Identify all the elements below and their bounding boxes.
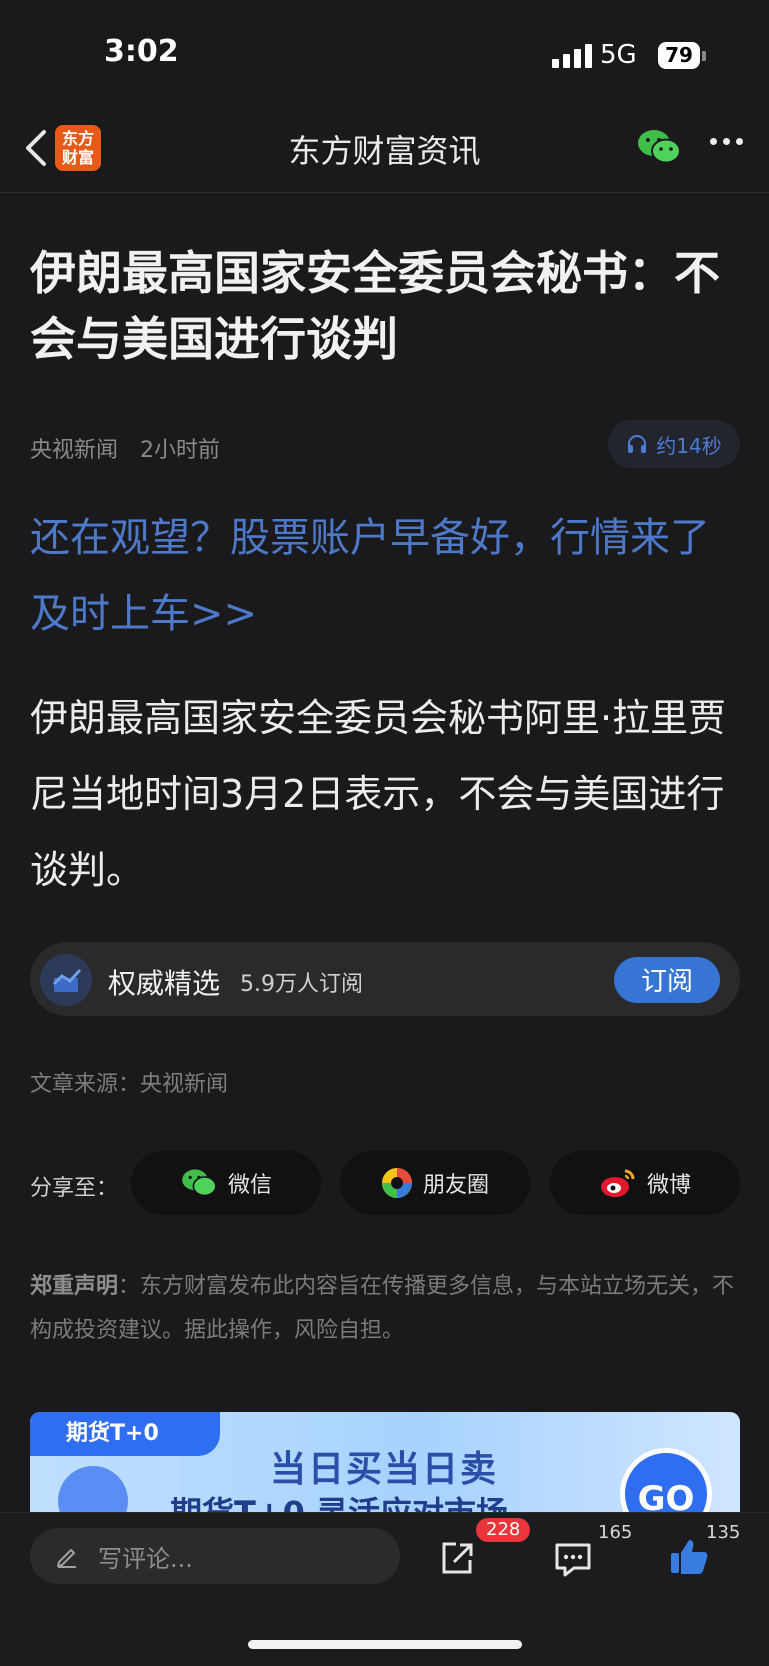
- status-time: 3:02: [104, 34, 179, 69]
- share-button[interactable]: [436, 1538, 478, 1584]
- share-weibo-label: 微博: [646, 1173, 691, 1198]
- disclaimer-text: ：东方财富发布此内容旨在传播更多信息，与本站立场无关，不构成投资建议。据此操作，…: [30, 1274, 735, 1343]
- article-title: 伊朗最高国家安全委员会秘书：不会与美国进行谈判: [30, 246, 720, 366]
- like-count: 135: [706, 1522, 741, 1543]
- audio-duration: 约14秒: [656, 433, 722, 458]
- article-time: 2小时前: [140, 438, 221, 463]
- share-moments-label: 朋友圈: [422, 1173, 489, 1198]
- share-out-icon: [442, 1542, 473, 1574]
- battery-cap: [702, 51, 706, 61]
- share-label: 分享至：: [30, 1176, 119, 1201]
- ad-headline: 当日买当日卖: [270, 1449, 499, 1490]
- more-dot: [723, 138, 730, 145]
- share-wechat-button[interactable]: 微信: [131, 1151, 321, 1215]
- wechat-share-button[interactable]: [636, 127, 682, 167]
- share-moments-button[interactable]: 朋友圈: [340, 1151, 530, 1215]
- subscriber-count: 5.9万人订阅: [240, 972, 363, 997]
- column-avatar: [40, 954, 92, 1006]
- audio-play-button[interactable]: 约14秒: [608, 420, 740, 468]
- weibo-icon: [600, 1169, 635, 1197]
- logo-text: 东方财富: [61, 129, 94, 167]
- share-wechat-label: 微信: [227, 1173, 272, 1198]
- comment-bubble-icon: [555, 1543, 591, 1577]
- moments-aperture-icon: [381, 1168, 412, 1198]
- signal-icon: [552, 44, 592, 68]
- ad-tag: 期货T+0: [30, 1412, 220, 1456]
- comment-count: 165: [598, 1522, 633, 1543]
- article-body: 伊朗最高国家安全委员会秘书阿里·拉里贾尼当地时间3月2日表示，不会与美国进行谈判…: [30, 696, 727, 892]
- comment-placeholder: 写评论...: [98, 1544, 193, 1573]
- network-label: 5G: [600, 40, 637, 70]
- home-indicator: [248, 1640, 522, 1649]
- share-weibo-button[interactable]: 微博: [550, 1151, 740, 1215]
- pencil-icon: [57, 1549, 76, 1568]
- account-promo-link[interactable]: 还在观望？股票账户早备好，行情来了及时上车>>: [30, 500, 746, 652]
- column-name: 权威精选: [108, 967, 221, 1000]
- subscribe-button[interactable]: 订阅: [614, 957, 720, 1003]
- nav-divider: [0, 192, 769, 193]
- app-logo: 东方财富: [55, 125, 101, 171]
- disclaimer-title: 郑重声明: [30, 1274, 119, 1299]
- article-source: 央视新闻: [30, 438, 119, 463]
- headphones-icon: [628, 435, 647, 453]
- more-dot: [736, 138, 743, 145]
- battery-icon: 79: [658, 42, 700, 69]
- share-count-badge: 228: [476, 1518, 531, 1542]
- more-button[interactable]: [710, 138, 743, 145]
- article-source-line: 文章来源：央视新闻: [30, 1072, 229, 1097]
- article-meta: 央视新闻 2小时前: [30, 432, 220, 464]
- comment-input[interactable]: 写评论...: [30, 1528, 400, 1584]
- like-button[interactable]: [668, 1536, 710, 1582]
- wechat-icon: [182, 1169, 217, 1197]
- thumbs-up-icon: [671, 1540, 708, 1574]
- more-dot: [710, 138, 717, 145]
- disclaimer: 郑重声明：东方财富发布此内容旨在传播更多信息，与本站立场无关，不构成投资建议。据…: [30, 1265, 742, 1353]
- chevron-left-icon: [26, 130, 46, 166]
- chart-trend-icon: [52, 968, 82, 992]
- wechat-icon: [638, 130, 681, 164]
- comments-button[interactable]: [552, 1538, 594, 1584]
- back-button[interactable]: [18, 122, 58, 174]
